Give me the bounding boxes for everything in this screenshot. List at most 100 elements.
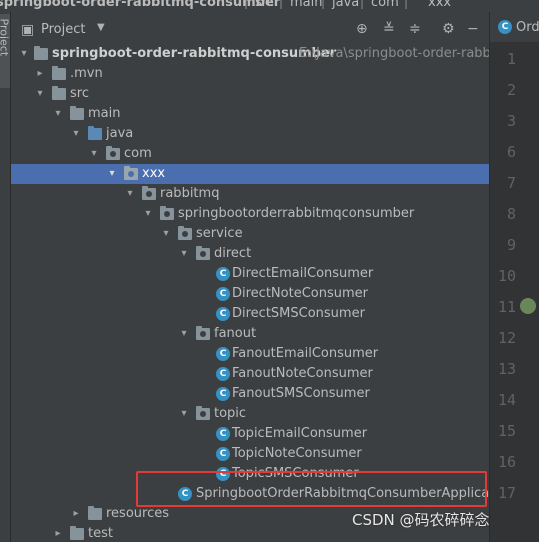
tree-row-mvn[interactable]: ▸ .mvn (11, 64, 489, 84)
tree-row-rabbitmq[interactable]: ▾ rabbitmq (11, 184, 489, 204)
tree-label-class: DirectSMSConsumer (232, 306, 365, 321)
chevron-down-icon[interactable]: ▾ (178, 244, 190, 264)
chevron-right-icon[interactable]: ▸ (70, 504, 82, 524)
tree-label-service: service (196, 226, 243, 241)
breadcrumb-item-com[interactable]: com (371, 0, 399, 10)
chevron-down-icon[interactable]: ▾ (142, 204, 154, 224)
tree-row-topic[interactable]: ▾ topic (11, 404, 489, 424)
gear-icon[interactable]: ⚙ (442, 21, 455, 37)
chevron-down-icon[interactable]: ▾ (88, 144, 100, 164)
tree-row-main[interactable]: ▾ main (11, 104, 489, 124)
tree-label-com: com (124, 146, 152, 161)
class-icon: C (216, 267, 230, 281)
breadcrumb-separator: | (244, 0, 249, 9)
tree-row-root[interactable]: ▾ springboot-order-rabbitmq-consumber E:… (11, 44, 489, 64)
project-stripe-label: Project (0, 18, 11, 57)
resources-folder-icon (88, 506, 102, 520)
chevron-down-icon[interactable]: ▾ (124, 184, 136, 204)
chevron-down-icon[interactable]: ▾ (178, 324, 190, 344)
tree-row-class[interactable]: C FanoutNoteConsumer (11, 364, 489, 384)
tree-row-xxx[interactable]: ▾ xxx (11, 164, 489, 184)
tree-label-fanout: fanout (214, 326, 257, 341)
tree-label-class: DirectEmailConsumer (232, 266, 374, 281)
spring-bean-gutter-icon[interactable] (520, 298, 536, 314)
line-number: 10 (497, 267, 516, 285)
module-folder-icon (34, 46, 48, 60)
chevron-down-icon[interactable]: ▾ (52, 104, 64, 124)
tree-row-class[interactable]: C FanoutEmailConsumer (11, 344, 489, 364)
chevron-down-icon[interactable]: ▾ (160, 224, 172, 244)
chevron-right-icon[interactable]: ▸ (52, 524, 64, 542)
line-number: 11 (497, 298, 516, 316)
editor-tab-label[interactable]: Ord (516, 20, 539, 35)
line-number: 15 (497, 422, 516, 440)
line-number: 13 (497, 360, 516, 378)
breadcrumb-item-project[interactable]: springboot-order-rabbitmq-consumber (0, 0, 280, 10)
tree-label-resources: resources (106, 506, 170, 521)
line-number: 2 (506, 81, 516, 99)
expand-all-icon[interactable]: ≚ (383, 21, 395, 37)
tree-label-class: FanoutEmailConsumer (232, 346, 379, 361)
minimize-icon[interactable]: − (467, 21, 479, 37)
breadcrumb-item-main[interactable]: main (290, 0, 322, 10)
class-icon: C (498, 20, 512, 34)
chevron-down-icon[interactable]: ▾ (70, 124, 82, 144)
highlight-box (136, 471, 487, 507)
tree-row-class[interactable]: C DirectEmailConsumer (11, 264, 489, 284)
tree-row-java[interactable]: ▾ java (11, 124, 489, 144)
breadcrumb-item-java[interactable]: java (332, 0, 359, 10)
class-icon: C (216, 347, 230, 361)
tree-label-rabbitmq: rabbitmq (160, 186, 220, 201)
tree-label-main: main (88, 106, 121, 121)
tree-row-service[interactable]: ▾ service (11, 224, 489, 244)
folder-icon (70, 526, 84, 540)
chevron-down-icon[interactable]: ▾ (34, 84, 46, 104)
tree-label-topic: topic (214, 406, 247, 421)
project-view-title[interactable]: Project (41, 22, 85, 37)
chevron-down-icon[interactable]: ▾ (178, 404, 190, 424)
tree-row-class[interactable]: C FanoutSMSConsumer (11, 384, 489, 404)
tool-window-stripe (0, 12, 11, 542)
breadcrumb-item-xxx[interactable]: xxx (428, 0, 451, 10)
tree-label-class: DirectNoteConsumer (232, 286, 368, 301)
class-icon: C (216, 387, 230, 401)
tree-label-direct: direct (214, 246, 252, 261)
chevron-down-icon[interactable]: ▾ (106, 164, 118, 184)
line-number: 6 (506, 143, 516, 161)
tree-row-class[interactable]: C TopicNoteConsumer (11, 444, 489, 464)
tree-label-class: FanoutSMSConsumer (232, 386, 370, 401)
collapse-all-icon[interactable]: ≑ (409, 21, 421, 37)
tree-row-src[interactable]: ▾ src (11, 84, 489, 104)
chevron-right-icon[interactable]: ▸ (34, 64, 46, 84)
tree-root-path: E:\Java\springboot-order-rabbit (299, 46, 489, 61)
editor-tab-bar: C Ord (490, 12, 539, 43)
tree-row-class[interactable]: C DirectSMSConsumer (11, 304, 489, 324)
line-number: 3 (506, 112, 516, 130)
tree-row-consumber-package[interactable]: ▾ springbootorderrabbitmqconsumber (11, 204, 489, 224)
package-icon (142, 186, 156, 200)
tree-row-com[interactable]: ▾ com (11, 144, 489, 164)
line-number: 14 (497, 391, 516, 409)
folder-icon (52, 66, 66, 80)
tree-row-fanout[interactable]: ▾ fanout (11, 324, 489, 344)
tree-row-direct[interactable]: ▾ direct (11, 244, 489, 264)
breadcrumb-item-src[interactable]: src (255, 0, 274, 10)
project-view-icon: ▣ (21, 22, 35, 38)
package-icon (124, 166, 138, 180)
tree-row-class[interactable]: C DirectNoteConsumer (11, 284, 489, 304)
chevron-down-icon[interactable]: ▼ (97, 22, 105, 33)
locate-icon[interactable]: ⊕ (356, 21, 368, 37)
line-number: 7 (506, 174, 516, 192)
chevron-down-icon[interactable]: ▾ (18, 44, 30, 64)
package-icon (178, 226, 192, 240)
tree-label-root: springboot-order-rabbitmq-consumber (52, 46, 337, 61)
tree-label-test: test (88, 526, 113, 541)
tree-label-class: FanoutNoteConsumer (232, 366, 373, 381)
tree-row-class[interactable]: C TopicEmailConsumer (11, 424, 489, 444)
source-folder-icon (88, 126, 102, 140)
class-icon: C (216, 307, 230, 321)
tree-label-java: java (106, 126, 134, 141)
line-number: 9 (506, 236, 516, 254)
package-icon (196, 406, 210, 420)
line-number: 8 (506, 205, 516, 223)
